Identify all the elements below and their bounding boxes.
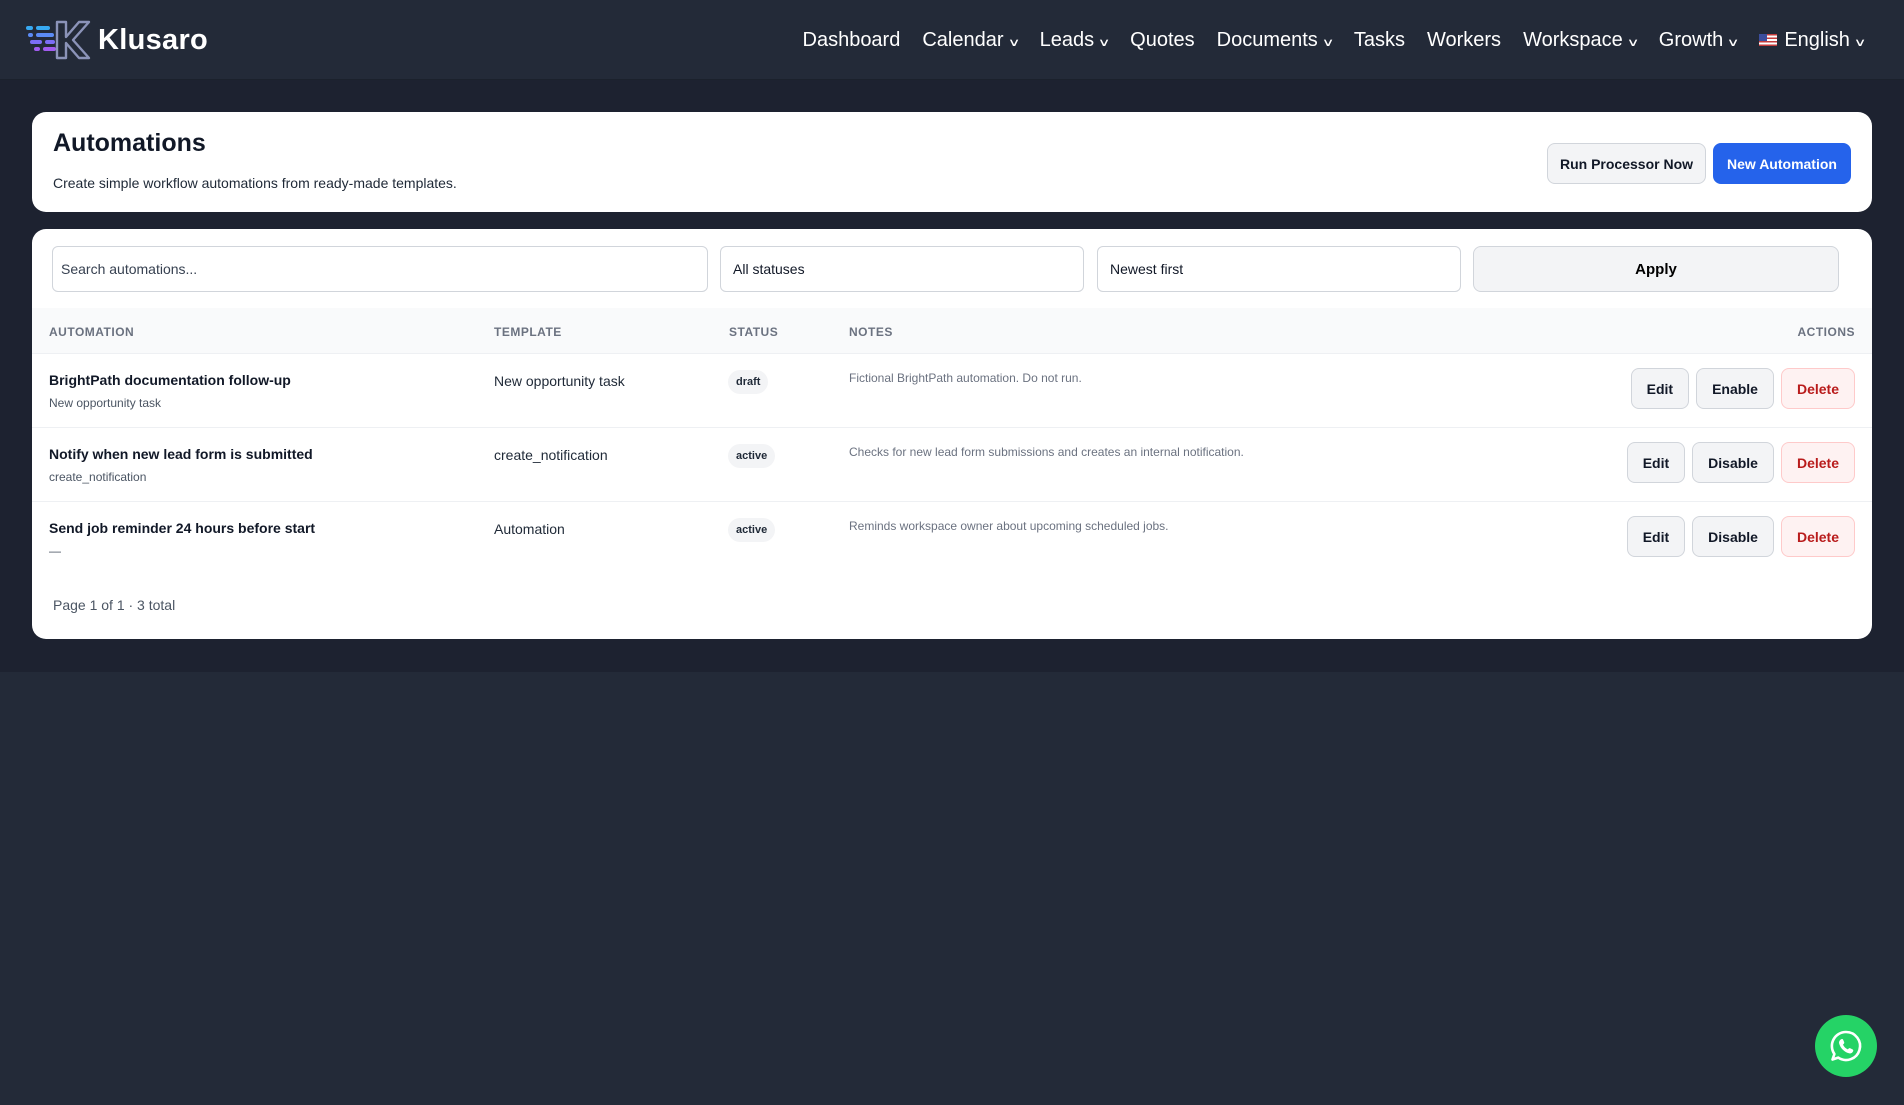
nav-item-workspace[interactable]: Workspace ∨ — [1523, 28, 1640, 52]
automation-name: BrightPath documentation follow-up — [49, 372, 291, 388]
status-badge: active — [728, 518, 776, 542]
header-actions: Run Processor Now New Automation — [1547, 143, 1851, 184]
filter-bar: All statuses Newest first Apply — [52, 246, 1842, 292]
nav-label: Growth — [1658, 28, 1724, 51]
apply-button[interactable]: Apply — [1473, 246, 1839, 292]
column-header-notes: NOTES — [849, 325, 893, 339]
main-nav: Dashboard Calendar ∨ Leads ∨ Quotes Docume… — [781, 0, 1867, 80]
chevron-down-icon: ∨ — [1097, 36, 1111, 49]
row-actions: Edit Disable Delete — [1620, 442, 1855, 483]
automation-template: New opportunity task — [494, 373, 625, 389]
automation-notes: Reminds workspace owner about upcoming s… — [849, 519, 1169, 533]
pagination-info: Page 1 of 1 · 3 total — [53, 597, 176, 613]
automation-subtitle: — — [49, 544, 61, 558]
automation-template: Automation — [494, 521, 565, 537]
nav-item-leads[interactable]: Leads ∨ — [1039, 28, 1111, 52]
whatsapp-icon — [1830, 1030, 1862, 1062]
nav-item-quotes[interactable]: Quotes — [1130, 29, 1194, 52]
run-processor-button[interactable]: Run Processor Now — [1547, 143, 1706, 184]
brand-logo[interactable]: Klusaro — [26, 18, 208, 62]
nav-label: Workspace — [1523, 28, 1623, 51]
page-content: Automations Create simple workflow autom… — [0, 80, 1904, 672]
automation-subtitle: New opportunity task — [49, 396, 162, 410]
page-subtitle: Create simple workflow automations from … — [53, 175, 457, 191]
automation-notes: Fictional BrightPath automation. Do not … — [849, 371, 1082, 385]
brand-name: Klusaro — [98, 23, 209, 56]
nav-label: Documents — [1216, 28, 1318, 51]
top-navbar: Klusaro Dashboard Calendar ∨ Leads ∨ Quote… — [0, 0, 1904, 80]
disable-button[interactable]: Disable — [1692, 442, 1774, 483]
nav-label: Quotes — [1130, 28, 1195, 51]
enable-button[interactable]: Enable — [1696, 368, 1774, 409]
us-flag-icon — [1759, 34, 1778, 46]
chevron-down-icon: ∨ — [1853, 36, 1867, 49]
search-input[interactable] — [52, 246, 708, 292]
row-actions: Edit Enable Delete — [1624, 368, 1855, 409]
table-row: Notify when new lead form is submitted c… — [32, 428, 1872, 502]
chevron-down-icon: ∨ — [1626, 36, 1640, 49]
status-badge: draft — [728, 370, 769, 394]
nav-item-documents[interactable]: Documents ∨ — [1216, 28, 1335, 52]
row-actions: Edit Disable Delete — [1620, 516, 1855, 557]
automation-template: create_notification — [494, 447, 608, 463]
delete-button[interactable]: Delete — [1780, 368, 1855, 409]
page-header-card: Automations Create simple workflow autom… — [32, 112, 1872, 212]
column-header-actions: ACTIONS — [1797, 325, 1855, 339]
column-header-automation: AUTOMATION — [49, 325, 135, 339]
status-badge: active — [728, 444, 776, 468]
language-label: English — [1784, 28, 1850, 51]
nav-item-workers[interactable]: Workers — [1427, 29, 1501, 52]
nav-item-growth[interactable]: Growth ∨ — [1658, 28, 1740, 52]
automation-name: Notify when new lead form is submitted — [49, 446, 313, 462]
nav-item-dashboard[interactable]: Dashboard — [803, 29, 901, 52]
nav-label: Leads — [1039, 28, 1095, 51]
language-switcher[interactable]: English ∨ — [1759, 28, 1867, 52]
automation-subtitle: create_notification — [49, 470, 147, 484]
nav-label: Tasks — [1353, 28, 1405, 51]
edit-button[interactable]: Edit — [1630, 368, 1690, 409]
chevron-down-icon: ∨ — [1321, 36, 1335, 49]
automation-notes: Checks for new lead form submissions and… — [849, 445, 1244, 459]
table-header: AUTOMATION TEMPLATE STATUS NOTES ACTIONS — [32, 308, 1872, 354]
chevron-down-icon: ∨ — [1007, 36, 1020, 49]
chevron-down-icon: ∨ — [1726, 36, 1740, 49]
nav-item-tasks[interactable]: Tasks — [1354, 29, 1405, 52]
status-select[interactable]: All statuses — [720, 246, 1084, 292]
delete-button[interactable]: Delete — [1780, 516, 1855, 557]
table-row: Send job reminder 24 hours before start … — [32, 502, 1872, 576]
edit-button[interactable]: Edit — [1626, 442, 1686, 483]
edit-button[interactable]: Edit — [1626, 516, 1686, 557]
nav-item-calendar[interactable]: Calendar ∨ — [922, 28, 1020, 52]
nav-label: Workers — [1426, 28, 1502, 51]
nav-label: Calendar — [922, 28, 1004, 51]
sort-select[interactable]: Newest first — [1097, 246, 1461, 292]
disable-button[interactable]: Disable — [1692, 516, 1774, 557]
column-header-template: TEMPLATE — [494, 325, 562, 339]
column-header-status: STATUS — [729, 325, 779, 339]
automation-name: Send job reminder 24 hours before start — [49, 520, 316, 536]
nav-label: Dashboard — [802, 28, 901, 51]
page-title: Automations — [53, 129, 206, 157]
automations-list-card: All statuses Newest first Apply AUTOMATI… — [32, 229, 1872, 639]
whatsapp-chat-button[interactable] — [1815, 1015, 1877, 1077]
logo-icon — [26, 20, 91, 60]
new-automation-button[interactable]: New Automation — [1713, 143, 1851, 184]
delete-button[interactable]: Delete — [1780, 442, 1855, 483]
table-row: BrightPath documentation follow-up New o… — [32, 354, 1872, 428]
